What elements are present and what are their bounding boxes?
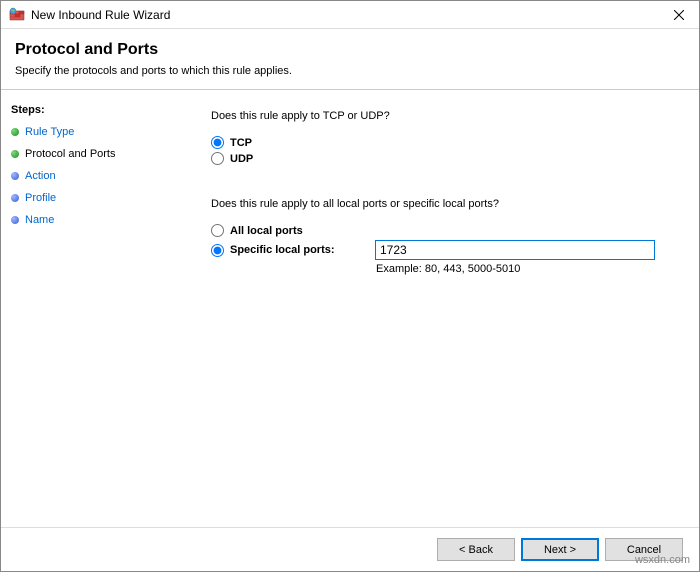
radio-all-ports[interactable]	[211, 224, 224, 237]
radio-specific-ports-label: Specific local ports:	[230, 244, 375, 256]
wizard-body: Steps: Rule Type Protocol and Ports Acti…	[1, 90, 699, 527]
ports-example-text: Example: 80, 443, 5000-5010	[376, 263, 669, 275]
steps-heading: Steps:	[11, 104, 171, 116]
wizard-header: Protocol and Ports Specify the protocols…	[1, 29, 699, 90]
bullet-icon	[11, 150, 19, 158]
window-title: New Inbound Rule Wizard	[31, 8, 659, 22]
steps-sidebar: Steps: Rule Type Protocol and Ports Acti…	[1, 90, 181, 527]
radio-all-ports-label: All local ports	[230, 225, 303, 237]
step-label: Protocol and Ports	[25, 148, 116, 160]
bullet-icon	[11, 172, 19, 180]
step-label: Action	[25, 170, 56, 182]
radio-tcp[interactable]	[211, 136, 224, 149]
radio-specific-ports[interactable]	[211, 244, 224, 257]
radio-udp[interactable]	[211, 152, 224, 165]
radio-all-ports-row[interactable]: All local ports	[211, 224, 669, 237]
radio-tcp-label: TCP	[230, 137, 252, 149]
step-label: Profile	[25, 192, 56, 204]
step-protocol-and-ports[interactable]: Protocol and Ports	[11, 148, 171, 160]
back-button[interactable]: < Back	[437, 538, 515, 561]
bullet-icon	[11, 216, 19, 224]
question-protocol: Does this rule apply to TCP or UDP?	[211, 110, 669, 122]
step-profile[interactable]: Profile	[11, 192, 171, 204]
specific-ports-input[interactable]	[375, 240, 655, 260]
step-label: Rule Type	[25, 126, 74, 138]
question-ports: Does this rule apply to all local ports …	[211, 198, 669, 210]
wizard-footer: < Back Next > Cancel	[1, 527, 699, 571]
wizard-window: New Inbound Rule Wizard Protocol and Por…	[0, 0, 700, 572]
radio-udp-row[interactable]: UDP	[211, 152, 669, 165]
close-button[interactable]	[659, 1, 699, 29]
page-title: Protocol and Ports	[15, 41, 685, 59]
firewall-icon	[9, 7, 25, 23]
radio-tcp-row[interactable]: TCP	[211, 136, 669, 149]
radio-udp-label: UDP	[230, 153, 253, 165]
wizard-main: Does this rule apply to TCP or UDP? TCP …	[181, 90, 699, 527]
close-icon	[674, 10, 684, 20]
step-action[interactable]: Action	[11, 170, 171, 182]
step-label: Name	[25, 214, 54, 226]
step-name[interactable]: Name	[11, 214, 171, 226]
titlebar: New Inbound Rule Wizard	[1, 1, 699, 29]
step-rule-type[interactable]: Rule Type	[11, 126, 171, 138]
watermark-text: wsxdn.com	[635, 554, 690, 566]
page-subtitle: Specify the protocols and ports to which…	[15, 65, 685, 77]
bullet-icon	[11, 128, 19, 136]
next-button[interactable]: Next >	[521, 538, 599, 561]
radio-specific-ports-row: Specific local ports:	[211, 240, 669, 260]
bullet-icon	[11, 194, 19, 202]
